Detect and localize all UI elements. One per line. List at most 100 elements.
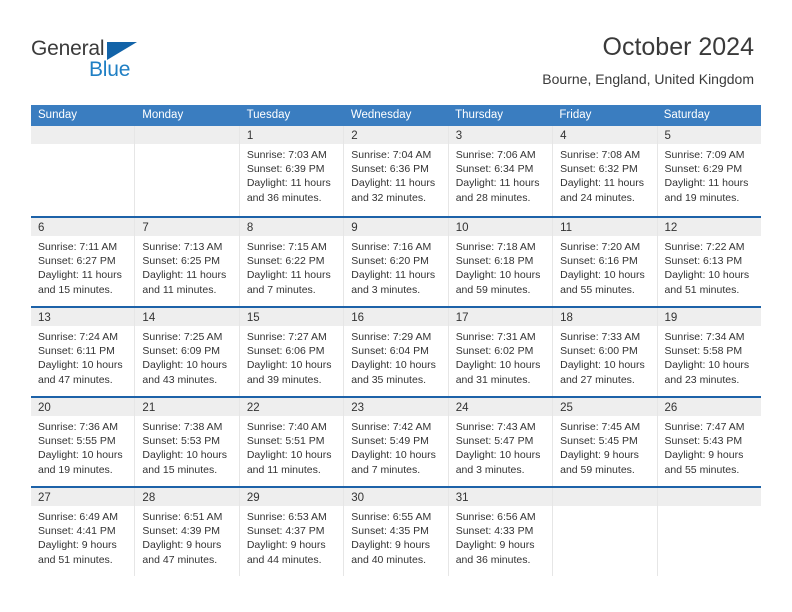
sunrise-text: Sunrise: 7:15 AM [246,241,327,253]
day-cell[interactable]: 20 Sunrise: 7:36 AM Sunset: 5:55 PM Dayligh… [31,398,136,486]
date-band: 31 [448,488,553,506]
day-cell[interactable]: 27 Sunrise: 6:49 AM Sunset: 4:41 PM Dayligh… [31,488,136,576]
day-cell[interactable]: 3 Sunrise: 7:06 AM Sunset: 6:34 PM Daylight… [448,126,554,216]
date-band: 15 [239,308,344,326]
day-cell[interactable]: 9 Sunrise: 7:16 AM Sunset: 6:20 PM Daylight… [344,218,449,306]
date-band: 16 [344,308,448,326]
day-cell[interactable]: 8 Sunrise: 7:15 AM Sunset: 6:22 PM Daylight… [239,218,345,306]
day-cell[interactable]: 31 Sunrise: 6:56 AM Sunset: 4:33 PM Dayligh… [448,488,554,576]
day-cell[interactable]: 5 Sunrise: 7:09 AM Sunset: 6:29 PM Daylight… [657,126,761,216]
daylight-text-cont: and 11 minutes. [246,463,321,476]
daylight-text-cont: and 32 minutes. [351,191,426,204]
sunrise-text: Sunrise: 7:40 AM [246,421,327,433]
day-cell[interactable]: 26 Sunrise: 7:47 AM Sunset: 5:43 PM Dayligh… [657,398,761,486]
day-cell[interactable]: 10 Sunrise: 7:18 AM Sunset: 6:18 PM Dayligh… [448,218,554,306]
daylight-text-cont: and 47 minutes. [38,373,113,386]
day-details: Sunrise: 7:43 AM Sunset: 5:47 PM Daylight:… [449,416,552,477]
daylight-text-cont: and 39 minutes. [246,373,322,386]
daylight-text-cont: and 11 minutes. [142,283,217,296]
day-cell[interactable]: 22 Sunrise: 7:40 AM Sunset: 5:51 PM Dayligh… [239,398,345,486]
day-cell[interactable]: 6 Sunrise: 7:11 AM Sunset: 6:27 PM Daylight… [31,218,136,306]
daylight-text: Daylight: 9 hours [455,539,535,552]
day-details: Sunrise: 7:38 AM Sunset: 5:53 PM Daylight:… [135,416,238,477]
day-cell[interactable]: 25 Sunrise: 7:45 AM Sunset: 5:45 PM Dayligh… [553,398,658,486]
title-block: October 2024 Bourne, England, United Kin… [542,32,754,88]
day-cell[interactable]: 30 Sunrise: 6:55 AM Sunset: 4:35 PM Dayligh… [344,488,449,576]
daylight-text-cont: and 24 minutes. [560,191,635,204]
sunset-text: Sunset: 6:00 PM [560,345,638,358]
day-cell[interactable]: 23 Sunrise: 7:42 AM Sunset: 5:49 PM Dayligh… [344,398,449,486]
date-band: 11 [553,218,657,236]
day-cell[interactable]: 24 Sunrise: 7:43 AM Sunset: 5:47 PM Dayligh… [448,398,554,486]
sunrise-text: Sunrise: 6:49 AM [38,511,118,523]
daylight-text: Daylight: 11 hours [664,177,749,190]
generalblue-logo[interactable]: General Blue [31,37,171,87]
daylight-text-cont: and 55 minutes. [664,463,740,476]
daylight-text: Daylight: 10 hours [560,269,645,282]
sunrise-text: Sunrise: 7:20 AM [560,241,641,253]
sunset-text: Sunset: 5:58 PM [664,345,743,358]
day-cell[interactable]: 18 Sunrise: 7:33 AM Sunset: 6:00 PM Dayligh… [553,308,658,396]
week-row: 20 Sunrise: 7:36 AM Sunset: 5:55 PM Dayligh… [31,396,761,486]
date-number: 8 [246,222,254,234]
day-cell[interactable]: 4 Sunrise: 7:08 AM Sunset: 6:32 PM Daylight… [553,126,658,216]
daylight-text: Daylight: 11 hours [351,269,436,282]
day-details: Sunrise: 7:16 AM Sunset: 6:20 PM Daylight:… [344,236,447,297]
day-cell-empty [657,488,761,576]
weekday-header-friday: Friday [559,109,592,121]
location-subtitle: Bourne, England, United Kingdom [542,71,754,87]
daylight-text: Daylight: 9 hours [560,449,639,462]
date-number: 14 [142,312,156,324]
daylight-text: Daylight: 10 hours [664,269,750,282]
daylight-text-cont: and 55 minutes. [560,283,635,296]
daylight-text: Daylight: 10 hours [664,359,750,372]
date-number: 12 [664,222,678,234]
date-number: 7 [142,222,149,234]
date-number: 16 [351,312,365,324]
date-number: 28 [142,492,156,504]
day-details [135,144,238,148]
daylight-text-cont: and 3 minutes. [455,463,525,476]
sunset-text: Sunset: 6:32 PM [560,163,638,176]
day-cell[interactable]: 28 Sunrise: 6:51 AM Sunset: 4:39 PM Dayligh… [135,488,240,576]
page-header: General Blue October 2024 Bourne, Englan… [0,0,792,104]
day-cell[interactable]: 1 Sunrise: 7:03 AM Sunset: 6:39 PM Daylight… [239,126,345,216]
date-band: 20 [31,398,135,416]
day-details: Sunrise: 7:34 AM Sunset: 5:58 PM Daylight:… [658,326,761,387]
day-details: Sunrise: 6:53 AM Sunset: 4:37 PM Daylight:… [240,506,343,567]
date-band: 13 [31,308,135,326]
day-details: Sunrise: 7:31 AM Sunset: 6:02 PM Daylight:… [449,326,552,387]
day-cell[interactable]: 2 Sunrise: 7:04 AM Sunset: 6:36 PM Daylight… [344,126,449,216]
sunrise-text: Sunrise: 7:31 AM [455,331,536,343]
daylight-text: Daylight: 10 hours [142,449,228,462]
daylight-text-cont: and 15 minutes. [38,283,113,296]
day-cell[interactable]: 13 Sunrise: 7:24 AM Sunset: 6:11 PM Dayligh… [31,308,136,396]
day-cell[interactable]: 7 Sunrise: 7:13 AM Sunset: 6:25 PM Daylight… [135,218,240,306]
weekday-header-tuesday: Tuesday [246,109,291,121]
day-cell[interactable]: 12 Sunrise: 7:22 AM Sunset: 6:13 PM Dayligh… [657,218,761,306]
sunset-text: Sunset: 4:33 PM [455,525,534,538]
date-band [553,488,657,506]
sunrise-text: Sunrise: 7:13 AM [142,241,223,253]
sunrise-text: Sunrise: 7:24 AM [38,331,118,343]
day-cell[interactable]: 17 Sunrise: 7:31 AM Sunset: 6:02 PM Dayligh… [448,308,554,396]
date-number: 2 [351,130,358,142]
day-cell[interactable]: 19 Sunrise: 7:34 AM Sunset: 5:58 PM Dayligh… [657,308,761,396]
date-band: 24 [448,398,553,416]
sunset-text: Sunset: 4:41 PM [38,525,116,538]
day-cell-empty [135,126,240,216]
sunrise-text: Sunrise: 7:06 AM [455,149,536,161]
day-cell[interactable]: 29 Sunrise: 6:53 AM Sunset: 4:37 PM Dayligh… [239,488,345,576]
day-details: Sunrise: 7:18 AM Sunset: 6:18 PM Daylight:… [449,236,552,297]
day-cell[interactable]: 11 Sunrise: 7:20 AM Sunset: 6:16 PM Dayligh… [553,218,658,306]
daylight-text-cont: and 59 minutes. [560,463,635,476]
date-number: 30 [351,492,365,504]
daylight-text: Daylight: 10 hours [455,359,541,372]
day-cell[interactable]: 16 Sunrise: 7:29 AM Sunset: 6:04 PM Dayligh… [344,308,449,396]
sunset-text: Sunset: 5:53 PM [142,435,221,448]
day-cell[interactable]: 15 Sunrise: 7:27 AM Sunset: 6:06 PM Dayligh… [239,308,345,396]
day-cell[interactable]: 21 Sunrise: 7:38 AM Sunset: 5:53 PM Dayligh… [135,398,240,486]
date-band: 18 [553,308,657,326]
sunset-text: Sunset: 5:43 PM [664,435,743,448]
day-cell[interactable]: 14 Sunrise: 7:25 AM Sunset: 6:09 PM Dayligh… [135,308,240,396]
